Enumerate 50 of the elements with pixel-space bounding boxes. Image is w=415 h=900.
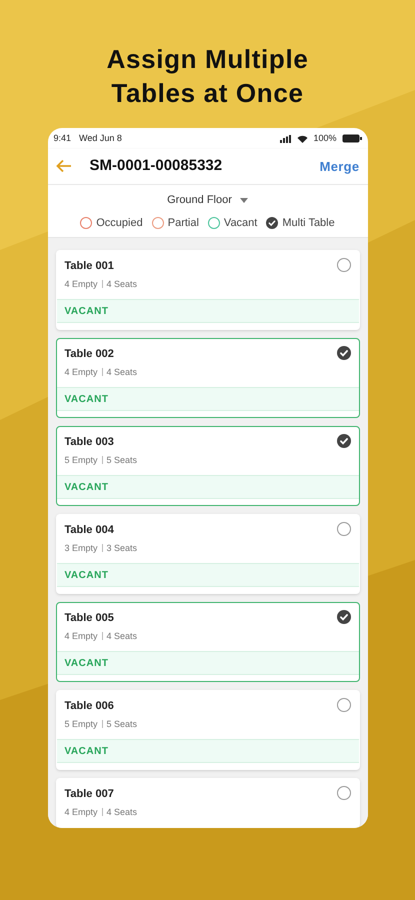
status-label: VACANT bbox=[64, 480, 108, 494]
table-card[interactable]: Table 001 4 Empty 4 Seats VACANT bbox=[56, 250, 360, 330]
table-card[interactable]: Table 004 3 Empty 3 Seats VACANT bbox=[56, 514, 360, 594]
seat-count: 3 Seats bbox=[106, 542, 138, 554]
merge-button[interactable]: Merge bbox=[320, 156, 360, 176]
seat-count: 4 Seats bbox=[106, 278, 138, 290]
signal-icon bbox=[280, 134, 292, 143]
seat-count: 4 Seats bbox=[106, 366, 138, 378]
headline: Assign Multiple Tables at Once bbox=[106, 43, 310, 110]
empty-count: 4 Empty bbox=[64, 630, 98, 643]
empty-count: 4 Empty bbox=[64, 366, 98, 379]
table-name: Table 001 bbox=[64, 259, 115, 274]
empty-count: 3 Empty bbox=[64, 542, 98, 555]
status-label: VACANT bbox=[64, 744, 108, 758]
status-label: VACANT bbox=[64, 568, 108, 582]
back-arrow-icon[interactable] bbox=[56, 159, 72, 174]
legend-label: Vacant bbox=[224, 216, 258, 230]
empty-count: 4 Empty bbox=[64, 278, 98, 291]
legend-label: Occupied bbox=[96, 216, 143, 230]
table-card[interactable]: Table 005 4 Empty 4 Seats VACANT bbox=[56, 602, 360, 682]
empty-count: 5 Empty bbox=[64, 718, 98, 731]
seat-count: 4 Seats bbox=[106, 806, 138, 818]
empty-count: 4 Empty bbox=[64, 806, 98, 819]
battery-icon bbox=[342, 134, 362, 144]
legend-label: Partial bbox=[168, 216, 199, 230]
order-title: SM-0001-00085332 bbox=[90, 156, 222, 176]
table-name: Table 007 bbox=[64, 787, 115, 802]
table-name: Table 006 bbox=[64, 699, 115, 714]
table-name: Table 003 bbox=[64, 435, 115, 450]
legend-label: Multi Table bbox=[282, 216, 335, 230]
table-card[interactable]: Table 006 5 Empty 5 Seats VACANT bbox=[56, 690, 360, 770]
wifi-icon bbox=[297, 134, 308, 143]
seat-count: 4 Seats bbox=[106, 630, 138, 642]
table-card[interactable]: Table 002 4 Empty 4 Seats VACANT bbox=[56, 338, 360, 418]
seat-count: 5 Seats bbox=[106, 454, 138, 466]
table-name: Table 004 bbox=[64, 523, 115, 538]
status-label: VACANT bbox=[64, 392, 108, 406]
status-time: 9:41 bbox=[54, 132, 72, 145]
status-date: Wed Jun 8 bbox=[79, 132, 122, 145]
empty-count: 5 Empty bbox=[64, 454, 98, 467]
status-label: VACANT bbox=[64, 656, 108, 670]
table-name: Table 005 bbox=[64, 611, 115, 626]
table-name: Table 002 bbox=[64, 347, 115, 362]
seat-count: 5 Seats bbox=[106, 718, 138, 730]
floor-dropdown[interactable]: Ground Floor bbox=[167, 190, 248, 210]
caret-icon bbox=[240, 198, 248, 203]
table-card[interactable]: Table 007 4 Empty 4 Seats bbox=[56, 778, 360, 828]
status-label: VACANT bbox=[64, 304, 108, 318]
battery-percent: 100% bbox=[313, 132, 336, 145]
table-card[interactable]: Table 003 5 Empty 5 Seats VACANT bbox=[56, 426, 360, 506]
